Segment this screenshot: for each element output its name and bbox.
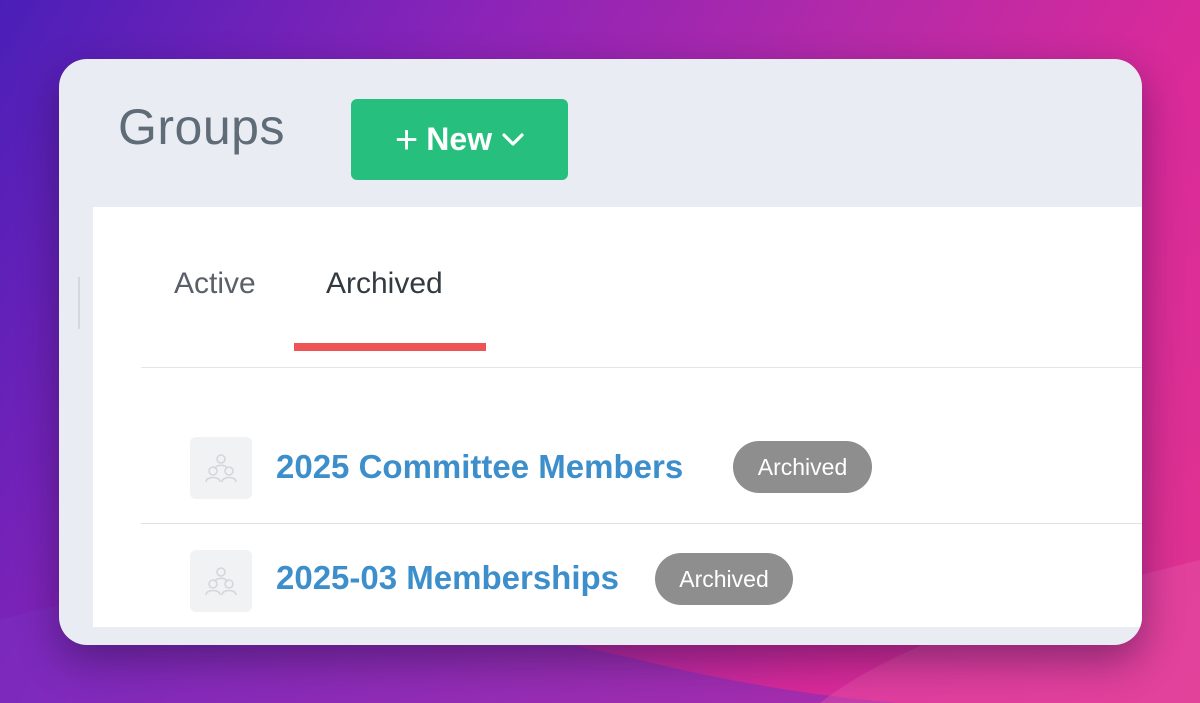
list-item: 2025-03 Memberships Archived (141, 524, 1142, 636)
group-link[interactable]: 2025 Committee Members (276, 447, 683, 487)
group-link[interactable]: 2025-03 Memberships (276, 558, 619, 598)
tab-bar: Active Archived (141, 207, 1142, 368)
tab-active[interactable]: Active (174, 267, 256, 301)
group-icon (190, 437, 252, 499)
plus-icon: + (394, 117, 419, 162)
page-title: Groups (118, 99, 285, 155)
status-badge: Archived (733, 441, 872, 493)
new-button[interactable]: + New (351, 99, 568, 180)
groups-card: Groups + New Active Archived 2025 Commit… (59, 59, 1142, 645)
groups-panel: Active Archived 2025 Committee Members A… (93, 207, 1142, 627)
tab-archived[interactable]: Archived (326, 267, 443, 301)
active-tab-indicator (294, 343, 486, 351)
list-item: 2025 Committee Members Archived (141, 413, 1142, 524)
new-button-label: New (426, 121, 493, 157)
status-badge: Archived (655, 553, 793, 605)
group-icon (190, 550, 252, 612)
panel-edge (78, 277, 80, 329)
chevron-down-icon (502, 132, 524, 147)
